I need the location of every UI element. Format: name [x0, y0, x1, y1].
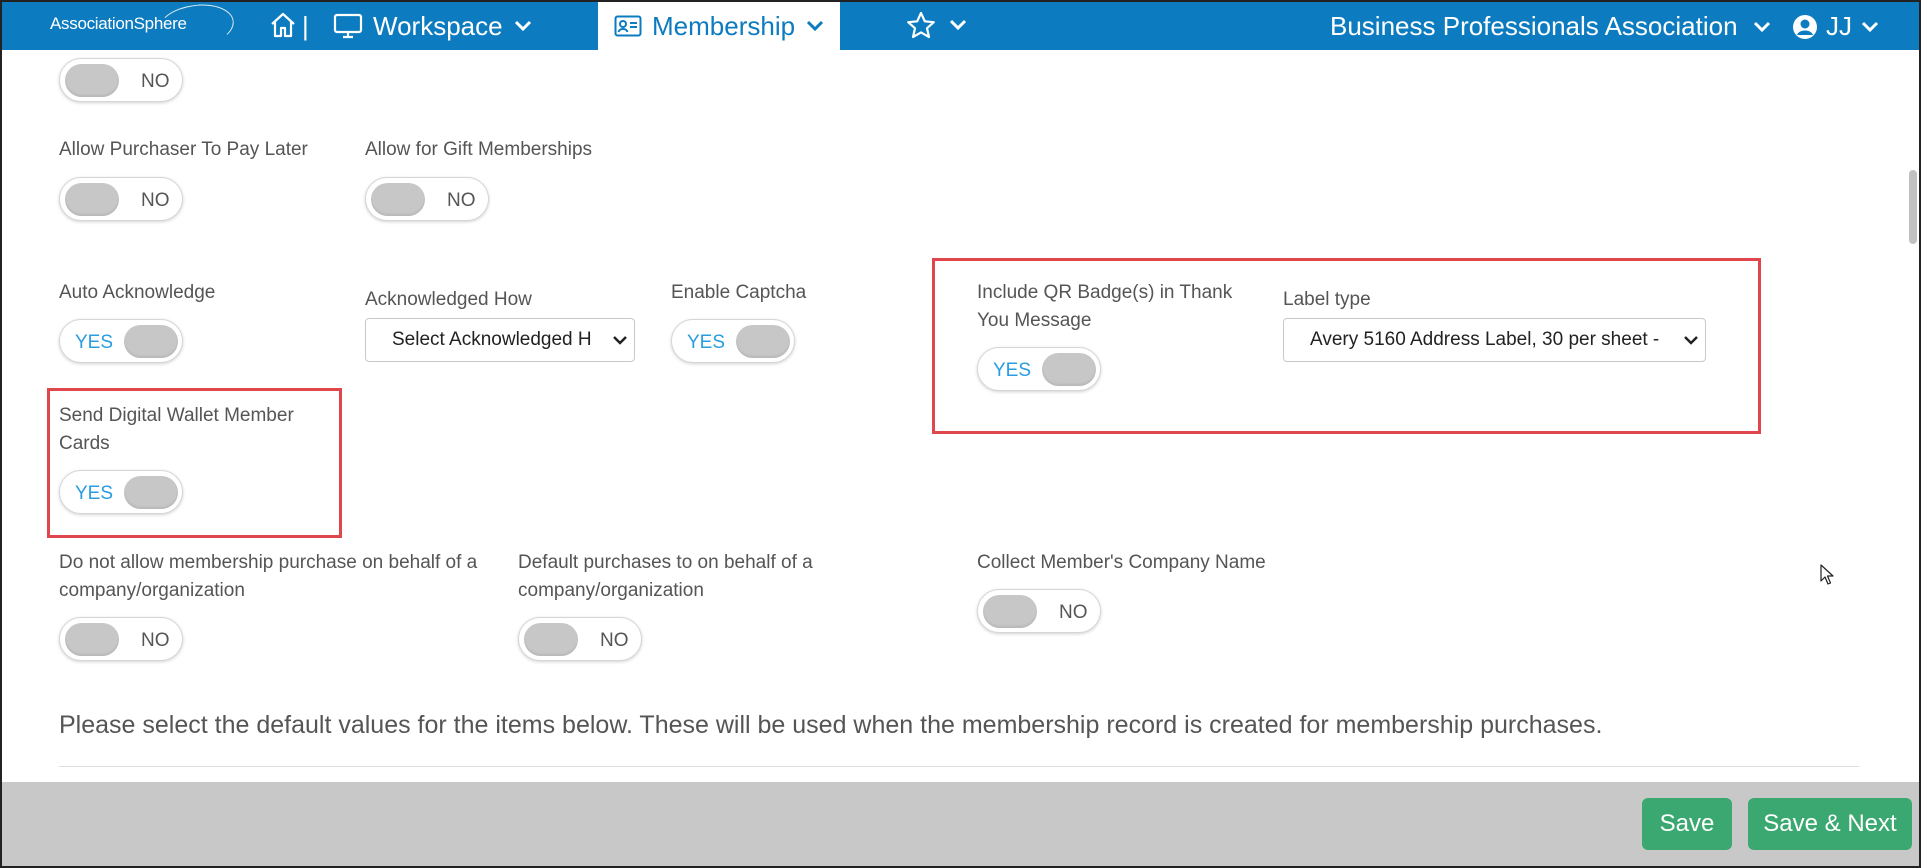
- toggle-knob: [371, 183, 425, 216]
- toggle-state: NO: [600, 630, 629, 651]
- digital-wallet-label: Send Digital Wallet Member Cards: [59, 402, 294, 458]
- no-behalf-label: Do not allow membership purchase on beha…: [59, 549, 477, 605]
- auto-ack-label: Auto Acknowledge: [59, 282, 216, 303]
- save-next-button[interactable]: Save & Next: [1748, 798, 1912, 850]
- toggle-knob: [1042, 353, 1096, 386]
- label-line: You Message: [977, 310, 1092, 331]
- pay-later-label: Allow Purchaser To Pay Later: [59, 139, 308, 160]
- toggle-state: YES: [75, 483, 114, 504]
- user-menu[interactable]: JJ: [1792, 11, 1880, 42]
- toggle-state: NO: [141, 630, 170, 651]
- workspace-label: Workspace: [373, 10, 503, 41]
- toggle-state: NO: [141, 190, 170, 211]
- label-line: Default purchases to on behalf of a: [518, 552, 813, 573]
- no-behalf-toggle[interactable]: NO: [59, 617, 183, 661]
- label-type-select[interactable]: Avery 5160 Address Label, 30 per sheet -: [1283, 318, 1706, 362]
- home-icon[interactable]: [270, 12, 296, 43]
- chevron-down-icon: [1861, 21, 1879, 32]
- pay-later-toggle[interactable]: NO: [59, 177, 183, 221]
- label-line: company/organization: [59, 580, 245, 601]
- captcha-toggle[interactable]: YES: [671, 319, 795, 363]
- chevron-down-icon: [1753, 21, 1770, 32]
- toggle-knob: [65, 183, 119, 216]
- mouse-cursor-icon: [1820, 564, 1834, 585]
- toggle-state: NO: [1059, 602, 1088, 623]
- scrollbar-thumb[interactable]: [1909, 170, 1917, 244]
- chevron-down-icon: [949, 19, 967, 31]
- nav-separator: |: [302, 11, 309, 41]
- digital-wallet-toggle[interactable]: YES: [59, 470, 183, 514]
- organization-name: Business Professionals Association: [1330, 11, 1738, 41]
- id-card-icon: [614, 15, 642, 37]
- label-line: company/organization: [518, 580, 704, 601]
- toggle-knob: [124, 476, 178, 509]
- toggle-knob: [65, 623, 119, 656]
- toggle-knob: [983, 595, 1037, 628]
- top-toggle[interactable]: NO: [59, 58, 183, 102]
- toggle-knob: [65, 64, 119, 97]
- organization-menu[interactable]: Business Professionals Association: [1330, 11, 1772, 42]
- toggle-knob: [736, 325, 790, 358]
- membership-label: Membership: [652, 10, 796, 41]
- qr-badge-toggle[interactable]: YES: [977, 347, 1101, 391]
- toggle-state: YES: [993, 360, 1032, 381]
- favorites-menu[interactable]: [906, 11, 968, 39]
- select-value: Select Acknowledged H: [392, 329, 592, 350]
- user-initials: JJ: [1826, 11, 1852, 41]
- chevron-down-icon: [514, 20, 531, 32]
- gift-label: Allow for Gift Memberships: [365, 139, 593, 160]
- ack-how-label: Acknowledged How: [365, 289, 532, 310]
- top-nav: AssociationSphere | Workspace Membership…: [2, 0, 1919, 53]
- gift-toggle[interactable]: NO: [365, 177, 489, 221]
- workspace-menu[interactable]: Workspace: [333, 11, 533, 41]
- default-behalf-toggle[interactable]: NO: [518, 617, 642, 661]
- toggle-state: YES: [75, 332, 114, 353]
- monitor-icon: [333, 13, 363, 39]
- label-line: Do not allow membership purchase on beha…: [59, 552, 478, 573]
- toggle-knob: [124, 325, 178, 358]
- label-line: Include QR Badge(s) in Thank: [977, 282, 1233, 303]
- toggle-state: YES: [687, 332, 726, 353]
- chevron-down-icon: [1684, 336, 1698, 345]
- company-name-toggle[interactable]: NO: [977, 589, 1101, 633]
- captcha-label: Enable Captcha: [671, 282, 807, 303]
- divider: [59, 766, 1859, 767]
- auto-ack-toggle[interactable]: YES: [59, 319, 183, 363]
- logo-ring: [155, 0, 237, 53]
- qr-badge-label: Include QR Badge(s) in Thank You Message: [977, 279, 1232, 335]
- label-line: Send Digital Wallet Member: [59, 405, 294, 426]
- ack-how-select[interactable]: Select Acknowledged H: [365, 318, 635, 362]
- select-value: Avery 5160 Address Label, 30 per sheet -: [1310, 329, 1660, 350]
- company-name-label: Collect Member's Company Name: [977, 552, 1266, 573]
- membership-tab[interactable]: Membership: [598, 2, 840, 50]
- user-circle-icon: [1793, 14, 1817, 39]
- save-button[interactable]: Save: [1642, 798, 1732, 850]
- defaults-notice: Please select the default values for the…: [59, 711, 1603, 739]
- label-line: Cards: [59, 433, 110, 454]
- chevron-down-icon: [613, 336, 627, 345]
- toggle-knob: [524, 623, 578, 656]
- app-logo[interactable]: AssociationSphere: [50, 0, 237, 53]
- toggle-state: NO: [447, 190, 476, 211]
- footer-bar: Save Save & Next: [2, 782, 1919, 866]
- star-icon: [907, 11, 935, 39]
- default-behalf-label: Default purchases to on behalf of a comp…: [518, 549, 813, 605]
- chevron-down-icon: [807, 20, 824, 32]
- label-type-label: Label type: [1283, 289, 1371, 310]
- toggle-state: NO: [141, 71, 170, 92]
